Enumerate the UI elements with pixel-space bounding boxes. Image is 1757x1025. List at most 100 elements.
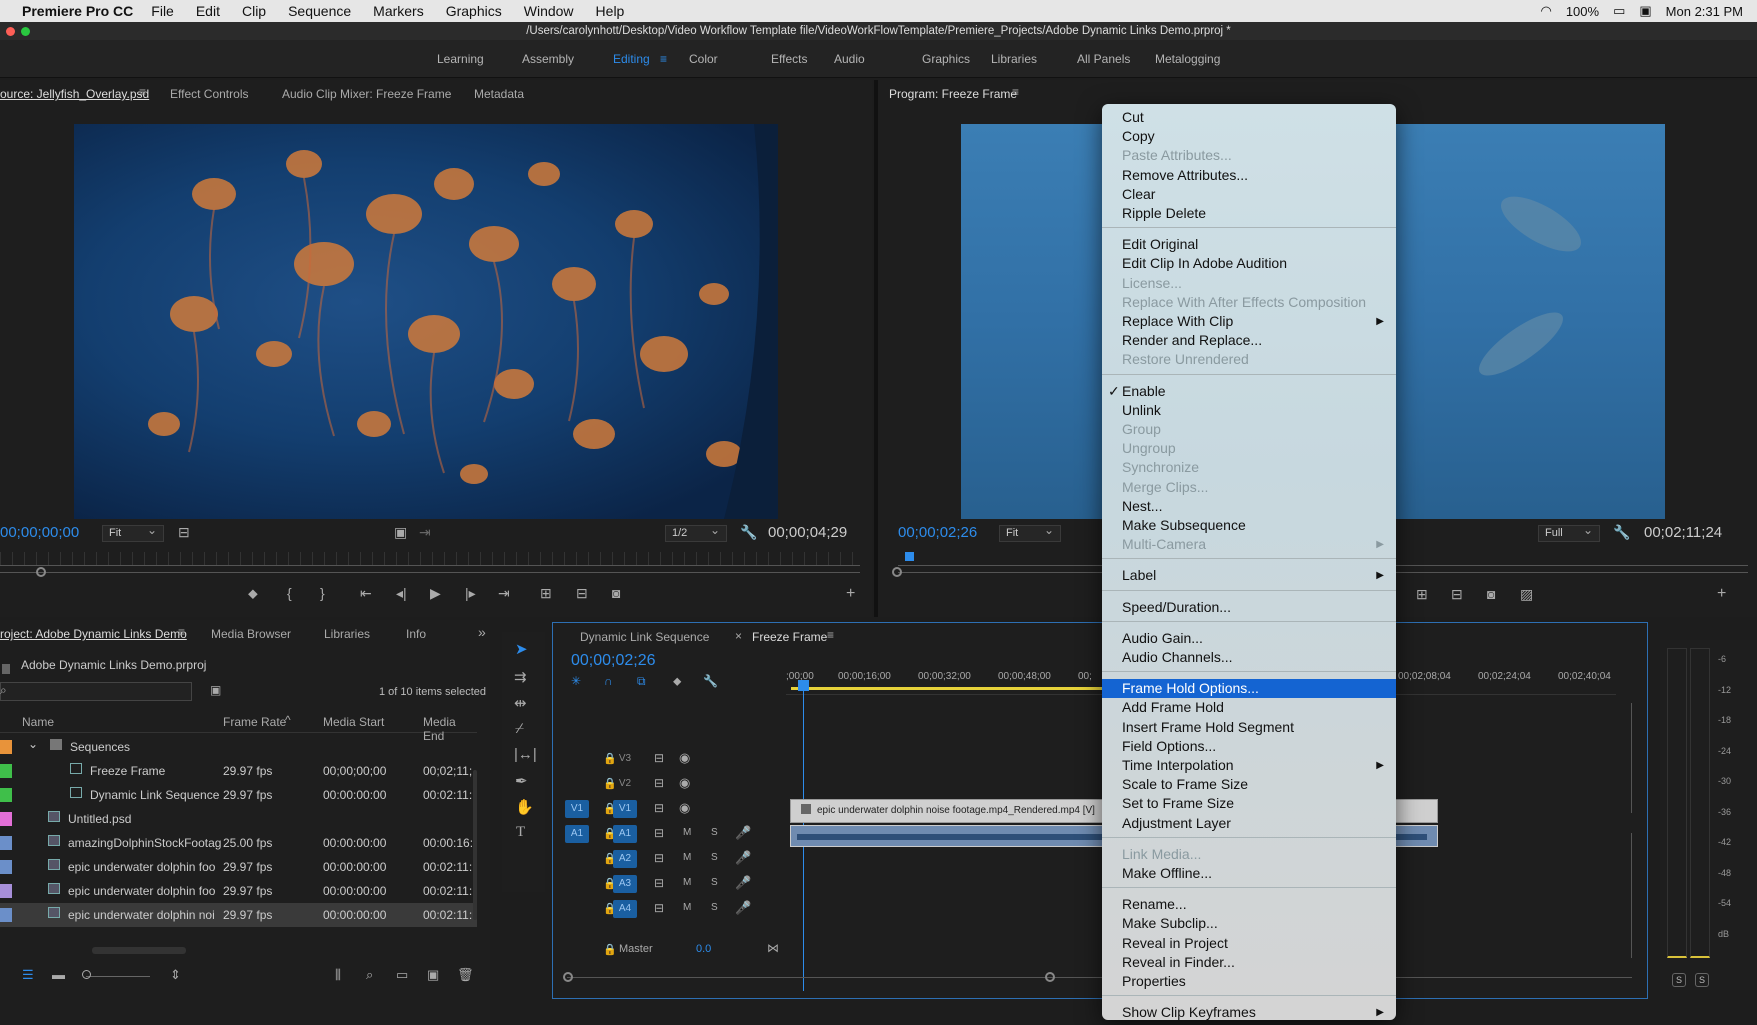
- menu-item-make-subsequence[interactable]: Make Subsequence: [1102, 516, 1396, 535]
- display-icon[interactable]: ▣: [1639, 3, 1651, 19]
- workspace-all-panels[interactable]: All Panels: [1077, 52, 1130, 66]
- workspace-learning[interactable]: Learning: [437, 52, 484, 66]
- close-window-button[interactable]: [6, 27, 15, 36]
- wifi-icon[interactable]: ◠: [1540, 3, 1551, 19]
- sync-lock-icon[interactable]: ⊟: [654, 901, 664, 915]
- tab-info[interactable]: Info: [406, 627, 426, 641]
- overwrite-clip-icon[interactable]: ⊟: [576, 585, 588, 602]
- menu-item-add-frame-hold[interactable]: Add Frame Hold: [1102, 698, 1396, 717]
- source-fit-dropdown[interactable]: Fit: [102, 523, 164, 542]
- mute-track-button[interactable]: M: [683, 902, 691, 913]
- menu-item-rename[interactable]: Rename...: [1102, 895, 1396, 914]
- program-zoom-handle[interactable]: [892, 567, 902, 577]
- tab-libraries[interactable]: Libraries: [324, 627, 370, 641]
- label-color-chip[interactable]: [0, 788, 12, 802]
- project-item-row[interactable]: epic underwater dolphin foo 29.97 fps 00:0…: [0, 879, 477, 903]
- solo-right-button[interactable]: S: [1695, 973, 1709, 987]
- label-color-chip[interactable]: [0, 908, 12, 922]
- project-item-row[interactable]: Freeze Frame 29.97 fps 00;00;00;00 00;02;11…: [0, 759, 477, 783]
- battery-percent[interactable]: 100%: [1566, 4, 1599, 19]
- workspace-color[interactable]: Color: [689, 52, 718, 66]
- workspace-editing[interactable]: Editing: [613, 52, 650, 66]
- source-resolution-dropdown[interactable]: 1/2: [665, 523, 727, 542]
- program-title[interactable]: Program: Freeze Frame: [889, 87, 1017, 101]
- menu-item-render-and-replace[interactable]: Render and Replace...: [1102, 331, 1396, 350]
- sort-ascending-icon[interactable]: ^: [285, 713, 291, 727]
- step-forward-icon[interactable]: |▸: [465, 585, 476, 602]
- sync-lock-icon[interactable]: ⊟: [654, 801, 664, 815]
- solo-track-button[interactable]: S: [711, 902, 718, 913]
- label-color-chip[interactable]: [0, 740, 12, 754]
- timeline-playhead[interactable]: [798, 680, 809, 691]
- sync-lock-icon[interactable]: ⊟: [654, 851, 664, 865]
- mute-track-button[interactable]: M: [683, 877, 691, 888]
- menu-help[interactable]: Help: [596, 3, 625, 19]
- selection-tool-icon[interactable]: ➤: [515, 640, 528, 658]
- toggle-output-eye-icon[interactable]: ◉: [679, 775, 690, 791]
- list-view-icon[interactable]: ☰: [22, 967, 34, 983]
- menu-item-clear[interactable]: Clear: [1102, 185, 1396, 204]
- project-item-row[interactable]: amazingDolphinStockFootag 25.00 fps 00:00:…: [0, 831, 477, 855]
- type-tool-icon[interactable]: T: [516, 824, 525, 841]
- go-to-end-icon[interactable]: ⋈: [767, 941, 779, 955]
- menu-item-adjustment-layer[interactable]: Adjustment Layer: [1102, 814, 1396, 833]
- track-target-v1[interactable]: V1: [613, 800, 637, 818]
- export-frame-icon[interactable]: ▣: [394, 524, 407, 541]
- project-scrollbar[interactable]: [473, 770, 477, 920]
- mark-out-icon[interactable]: }: [320, 585, 325, 601]
- timeline-menu-icon[interactable]: ≡: [827, 628, 834, 642]
- new-search-bin-icon[interactable]: ▣: [210, 683, 221, 697]
- disclosure-icon[interactable]: ⌄: [28, 737, 38, 751]
- column-frame-rate[interactable]: Frame Rate: [223, 715, 286, 729]
- workspace-graphics[interactable]: Graphics: [922, 52, 970, 66]
- work-area-bar[interactable]: [791, 687, 1131, 690]
- menu-item-make-offline[interactable]: Make Offline...: [1102, 864, 1396, 883]
- menu-item-edit-original[interactable]: Edit Original: [1102, 235, 1396, 254]
- column-name[interactable]: Name: [22, 715, 54, 729]
- menu-item-properties[interactable]: Properties: [1102, 972, 1396, 991]
- linked-selection-icon[interactable]: ⧉: [637, 674, 646, 689]
- sync-lock-icon[interactable]: ⊟: [654, 826, 664, 840]
- menu-item-reveal-in-project[interactable]: Reveal in Project: [1102, 934, 1396, 953]
- source-video-frame[interactable]: [74, 124, 778, 519]
- menu-file[interactable]: File: [151, 3, 174, 19]
- menu-item-field-options[interactable]: Field Options...: [1102, 737, 1396, 756]
- tab-freeze-frame[interactable]: Freeze Frame: [752, 630, 827, 644]
- zoom-handle[interactable]: [36, 567, 46, 577]
- workspace-metalogging[interactable]: Metalogging: [1155, 52, 1220, 66]
- menu-edit[interactable]: Edit: [196, 3, 220, 19]
- mark-in-icon[interactable]: {: [287, 585, 292, 601]
- step-back-icon[interactable]: ◂|: [396, 585, 407, 602]
- program-timecode[interactable]: 00;00;02;26: [898, 524, 977, 541]
- camera-icon[interactable]: ◙: [612, 585, 620, 601]
- zoom-window-button[interactable]: [21, 27, 30, 36]
- source-timecode-in[interactable]: 00;00;00;00: [0, 524, 79, 541]
- voice-over-mic-icon[interactable]: 🎤: [735, 875, 751, 891]
- project-item-row[interactable]: epic underwater dolphin noi 29.97 fps 00:0…: [0, 903, 477, 927]
- track-target-a2[interactable]: A2: [613, 850, 637, 868]
- tab-metadata[interactable]: Metadata: [474, 87, 524, 101]
- go-to-in-icon[interactable]: ⇤: [360, 585, 372, 602]
- track-target-a1[interactable]: A1: [613, 825, 637, 843]
- menu-item-remove-attributes[interactable]: Remove Attributes...: [1102, 166, 1396, 185]
- new-item-icon[interactable]: ▣: [427, 967, 439, 983]
- program-add-button-icon[interactable]: +: [1717, 585, 1726, 603]
- comparison-view-icon[interactable]: ▨: [1520, 586, 1533, 603]
- zoom-scrollbar[interactable]: [0, 572, 860, 573]
- go-to-out-icon[interactable]: ⇥: [498, 585, 510, 602]
- menu-item-edit-clip-in-adobe-audition[interactable]: Edit Clip In Adobe Audition: [1102, 254, 1396, 273]
- tab-audio-clip-mixer[interactable]: Audio Clip Mixer: Freeze Frame: [282, 87, 451, 101]
- label-color-chip[interactable]: [0, 836, 12, 850]
- tab-dynamic-link-sequence[interactable]: Dynamic Link Sequence: [580, 630, 709, 644]
- program-panel-menu-icon[interactable]: ≡: [1012, 85, 1019, 99]
- program-camera-icon[interactable]: ◙: [1487, 586, 1495, 602]
- menu-markers[interactable]: Markers: [373, 3, 424, 19]
- source-patch-a1[interactable]: A1: [565, 825, 589, 843]
- timeline-timecode[interactable]: 00;00;02;26: [571, 652, 656, 670]
- battery-icon[interactable]: ▭: [1613, 3, 1625, 19]
- safe-margins-icon[interactable]: ⊟: [178, 524, 190, 541]
- sync-lock-icon[interactable]: ⊟: [654, 776, 664, 790]
- solo-track-button[interactable]: S: [711, 852, 718, 863]
- project-item-row[interactable]: Dynamic Link Sequence 29.97 fps 00:00:00:0…: [0, 783, 477, 807]
- workspace-menu-icon[interactable]: ≡: [660, 52, 667, 66]
